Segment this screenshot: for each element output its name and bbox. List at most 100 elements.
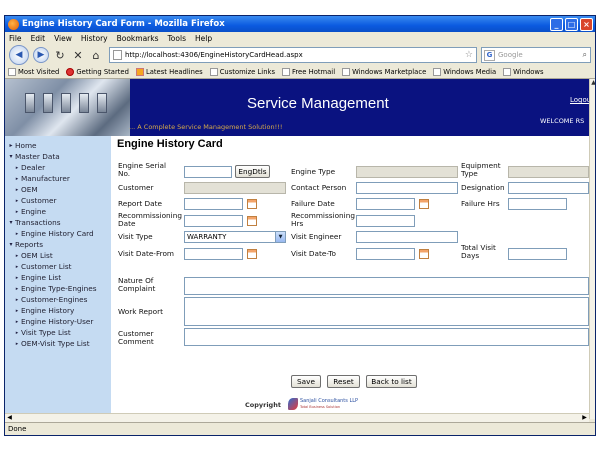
sidebar-item-manufacturer[interactable]: ▸ Manufacturer xyxy=(5,173,111,184)
reload-icon[interactable]: ↻ xyxy=(53,49,67,62)
forward-button[interactable]: ▶ xyxy=(33,47,49,63)
sidebar-item-label: Transactions xyxy=(15,218,61,227)
bookmark-customize-links[interactable]: Customize Links xyxy=(209,68,275,76)
contact-person-input[interactable] xyxy=(356,182,458,194)
sidebar-item-transactions[interactable]: ▾ Transactions xyxy=(5,217,111,228)
visit-type-select[interactable]: WARRANTY ▼ xyxy=(184,231,286,243)
reset-button[interactable]: Reset xyxy=(327,375,360,388)
nature-of-complaint-textarea[interactable] xyxy=(184,277,589,295)
sidebar-item-label: OEM xyxy=(21,185,38,194)
back-button[interactable]: ◀ xyxy=(9,45,29,65)
menu-tools[interactable]: Tools xyxy=(168,34,186,43)
menu-edit[interactable]: Edit xyxy=(31,34,46,43)
visit-date-from-input[interactable] xyxy=(184,248,243,260)
sidebar-item-label: Customer-Engines xyxy=(21,295,88,304)
recommissioning-date-input[interactable] xyxy=(184,215,243,227)
sidebar-item-oem-visit-type-list[interactable]: ▸ OEM-Visit Type List xyxy=(5,338,111,349)
bookmark-icon xyxy=(282,68,290,76)
logout-link[interactable]: Logout xyxy=(570,96,589,104)
menu-help[interactable]: Help xyxy=(195,34,212,43)
search-icon[interactable]: ⌕ xyxy=(583,50,587,60)
bookmark-windows[interactable]: Windows xyxy=(503,68,544,76)
eng-dtls-button[interactable]: EngDtls xyxy=(235,165,270,178)
vertical-scrollbar[interactable]: ▲ xyxy=(589,79,595,419)
stop-icon[interactable]: ✕ xyxy=(71,49,85,62)
sidebar-item-customer-list[interactable]: ▸ Customer List xyxy=(5,261,111,272)
engine-type-label: Engine Type xyxy=(291,167,336,176)
menu-file[interactable]: File xyxy=(9,34,22,43)
back-to-list-button[interactable]: Back to list xyxy=(366,375,417,388)
sidebar-item-engine[interactable]: ▸ Engine xyxy=(5,206,111,217)
total-visit-days-input[interactable] xyxy=(508,248,567,260)
menu-bookmarks[interactable]: Bookmarks xyxy=(117,34,159,43)
sidebar-item-label: Engine History Card xyxy=(21,229,94,238)
status-bar: Done xyxy=(5,422,595,435)
calendar-icon[interactable] xyxy=(247,199,257,209)
failure-date-input[interactable] xyxy=(356,198,415,210)
sidebar-item-label: Manufacturer xyxy=(21,174,70,183)
scroll-up-arrow[interactable]: ▲ xyxy=(590,79,595,87)
sidebar-item-oem-list[interactable]: ▸ OEM List xyxy=(5,250,111,261)
caret-right-icon: ▸ xyxy=(15,175,19,182)
sidebar-item-visit-type-list[interactable]: ▸ Visit Type List xyxy=(5,327,111,338)
page-content: Service Management ... A Complete Servic… xyxy=(5,79,589,413)
sidebar-item-engine-list[interactable]: ▸ Engine List xyxy=(5,272,111,283)
calendar-icon[interactable] xyxy=(247,216,257,226)
close-button[interactable]: × xyxy=(580,17,593,31)
sidebar-item-customer[interactable]: ▸ Customer xyxy=(5,195,111,206)
sidebar-item-engine-history-user[interactable]: ▸ Engine History-User xyxy=(5,316,111,327)
sidebar-item-customer-engines[interactable]: ▸ Customer-Engines xyxy=(5,294,111,305)
sidebar-item-oem[interactable]: ▸ OEM xyxy=(5,184,111,195)
bookmark-latest-headlines[interactable]: Latest Headlines xyxy=(135,68,203,76)
recommissioning-hrs-input[interactable] xyxy=(356,215,415,227)
scroll-right-arrow[interactable]: ▶ xyxy=(580,414,589,422)
caret-right-icon: ▸ xyxy=(15,285,19,292)
failure-hrs-input[interactable] xyxy=(508,198,567,210)
customer-comment-label: Customer Comment xyxy=(118,329,154,346)
chevron-down-icon[interactable]: ▼ xyxy=(275,232,285,242)
designation-input[interactable] xyxy=(508,182,589,194)
menu-history[interactable]: History xyxy=(81,34,108,43)
sidebar-item-home[interactable]: ▸ Home xyxy=(5,140,111,151)
menu-view[interactable]: View xyxy=(54,34,72,43)
bookmark-most-visited[interactable]: Most Visited xyxy=(8,68,59,76)
home-icon[interactable]: ⌂ xyxy=(89,49,103,62)
sidebar-item-master-data[interactable]: ▾ Master Data xyxy=(5,151,111,162)
site-tagline: ... A Complete Service Management Soluti… xyxy=(129,123,283,131)
maximize-button[interactable]: □ xyxy=(565,17,578,31)
engine-serial-input[interactable] xyxy=(184,166,232,178)
sidebar-item-engine-type-engines[interactable]: ▸ Engine Type-Engines xyxy=(5,283,111,294)
search-box[interactable]: G Google ⌕ xyxy=(481,47,591,63)
bookmark-windows-marketplace[interactable]: Windows Marketplace xyxy=(342,68,426,76)
engine-history-form: Engine History Card Engine Serial No. En… xyxy=(113,136,589,413)
horizontal-scrollbar[interactable]: ◀ ▶ xyxy=(5,413,589,422)
firefox-icon xyxy=(8,18,19,30)
bookmark-icon xyxy=(8,68,16,76)
sidebar-item-dealer[interactable]: ▸ Dealer xyxy=(5,162,111,173)
save-button[interactable]: Save xyxy=(291,375,321,388)
page-title: Engine History Card xyxy=(117,138,223,150)
caret-right-icon: ▸ xyxy=(15,197,19,204)
scroll-left-arrow[interactable]: ◀ xyxy=(5,414,14,422)
engine-cylinder xyxy=(43,93,53,113)
sidebar-item-engine-history[interactable]: ▸ Engine History xyxy=(5,305,111,316)
caret-right-icon: ▸ xyxy=(9,142,13,149)
bookmark-windows-media[interactable]: Windows Media xyxy=(433,68,496,76)
calendar-icon[interactable] xyxy=(247,249,257,259)
visit-engineer-input[interactable] xyxy=(356,231,458,243)
minimize-button[interactable]: _ xyxy=(550,17,563,31)
customer-comment-textarea[interactable] xyxy=(184,328,589,346)
visit-date-from-label: Visit Date-From xyxy=(118,249,175,258)
url-bar[interactable]: http://localhost:4306/EngineHistoryCardH… xyxy=(109,47,477,63)
visit-date-to-input[interactable] xyxy=(356,248,415,260)
work-report-textarea[interactable] xyxy=(184,297,589,326)
engine-serial-label: Engine Serial No. xyxy=(118,161,166,178)
sidebar-item-engine-history-card[interactable]: ▸ Engine History Card xyxy=(5,228,111,239)
calendar-icon[interactable] xyxy=(419,249,429,259)
sidebar-item-reports[interactable]: ▾ Reports xyxy=(5,239,111,250)
bookmark-free-hotmail[interactable]: Free Hotmail xyxy=(282,68,335,76)
report-date-input[interactable] xyxy=(184,198,243,210)
calendar-icon[interactable] xyxy=(419,199,429,209)
bookmark-star-icon[interactable]: ☆ xyxy=(465,50,473,60)
bookmark-getting-started[interactable]: Getting Started xyxy=(66,68,129,76)
